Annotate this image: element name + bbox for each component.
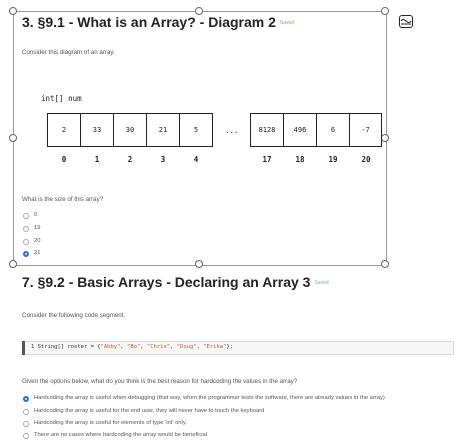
q7-option-radio-3[interactable]: [23, 433, 29, 439]
option-radio-0[interactable]: [23, 213, 29, 219]
code-line: 1 String[] roster = {"Abby", "Bo", "Chri…: [31, 344, 234, 350]
array-cell: 8128: [250, 113, 284, 147]
code-block-accent: [22, 341, 25, 355]
option-label-2[interactable]: 20: [34, 238, 40, 244]
code-prefix: String[] roster = {: [37, 344, 101, 350]
saved-badge: Saved: [279, 20, 295, 27]
array-cell: 6: [316, 113, 350, 147]
array-cell: 21: [146, 113, 180, 147]
code-string: "Erika": [203, 344, 227, 350]
array-cell: 5: [179, 113, 213, 147]
resize-handle-br[interactable]: [381, 260, 389, 268]
code-string: "Doug": [176, 344, 197, 350]
option-label-3[interactable]: 21: [34, 250, 40, 256]
array-index: 2: [127, 155, 133, 164]
option-label-1[interactable]: 19: [34, 225, 40, 231]
code-string: "Abby": [100, 344, 121, 350]
code-string: "Bo": [127, 344, 141, 350]
option-label-0[interactable]: 0: [34, 212, 37, 218]
question-3-prompt: Consider this diagram of an array.: [22, 49, 115, 56]
resize-handle-left[interactable]: [9, 134, 17, 142]
question-3-title: 3. §9.1 - What is an Array? - Diagram 2S…: [22, 14, 294, 30]
q7-option-radio-2[interactable]: [23, 421, 29, 427]
code-suffix: };: [226, 344, 234, 350]
wave-icon: [400, 18, 412, 25]
question-7-title: 7. §9.2 - Basic Arrays - Declaring an Ar…: [22, 274, 329, 290]
q7-option-radio-0[interactable]: [23, 396, 29, 402]
array-index: 4: [193, 155, 199, 164]
question-7-text: Given the options below, what do you thi…: [22, 378, 298, 385]
line-number: 1: [31, 344, 35, 350]
array-index: 20: [361, 155, 371, 164]
resize-handle-bottom[interactable]: [195, 260, 203, 268]
option-radio-2[interactable]: [23, 239, 29, 245]
option-radio-3[interactable]: [23, 251, 29, 257]
array-cell: -7: [349, 113, 382, 147]
q7-option-label-2[interactable]: Hardcoding the array is useful for eleme…: [34, 420, 187, 426]
array-cell: 30: [113, 113, 147, 147]
resize-handle-right[interactable]: [381, 134, 389, 142]
q7-option-label-0[interactable]: Hardcoding the array is useful when debu…: [34, 395, 385, 401]
resize-handle-tr[interactable]: [381, 7, 389, 15]
array-index: 19: [328, 155, 338, 164]
option-radio-1[interactable]: [23, 226, 29, 232]
question-3-text: What is the size of this array?: [22, 196, 104, 203]
resize-handle-bl[interactable]: [9, 260, 17, 268]
resize-handle-tl[interactable]: [9, 7, 17, 15]
array-cell: 496: [283, 113, 317, 147]
collapse-toolbar-button[interactable]: [399, 15, 413, 28]
question-7-prompt: Consider the following code segment.: [22, 312, 126, 319]
question-3-title-text: 3. §9.1 - What is an Array? - Diagram 2: [22, 14, 276, 30]
question-7-title-text: 7. §9.2 - Basic Arrays - Declaring an Ar…: [22, 274, 311, 290]
array-cell: 2: [47, 113, 81, 147]
array-ellipsis: ...: [225, 126, 239, 135]
q7-option-label-1[interactable]: Hardcoding the array is useful for the e…: [34, 408, 264, 414]
array-index: 18: [295, 155, 305, 164]
array-index: 1: [94, 155, 100, 164]
array-index: 3: [160, 155, 166, 164]
array-index: 0: [61, 155, 67, 164]
array-index: 17: [262, 155, 272, 164]
q7-option-label-3[interactable]: There are no cases where hardcoding the …: [34, 432, 207, 438]
array-declaration: int[] num: [41, 94, 82, 103]
code-string: "Chris": [146, 344, 171, 350]
saved-badge: Saved: [314, 280, 329, 287]
array-cell: 33: [80, 113, 114, 147]
q7-option-radio-1[interactable]: [23, 409, 29, 415]
